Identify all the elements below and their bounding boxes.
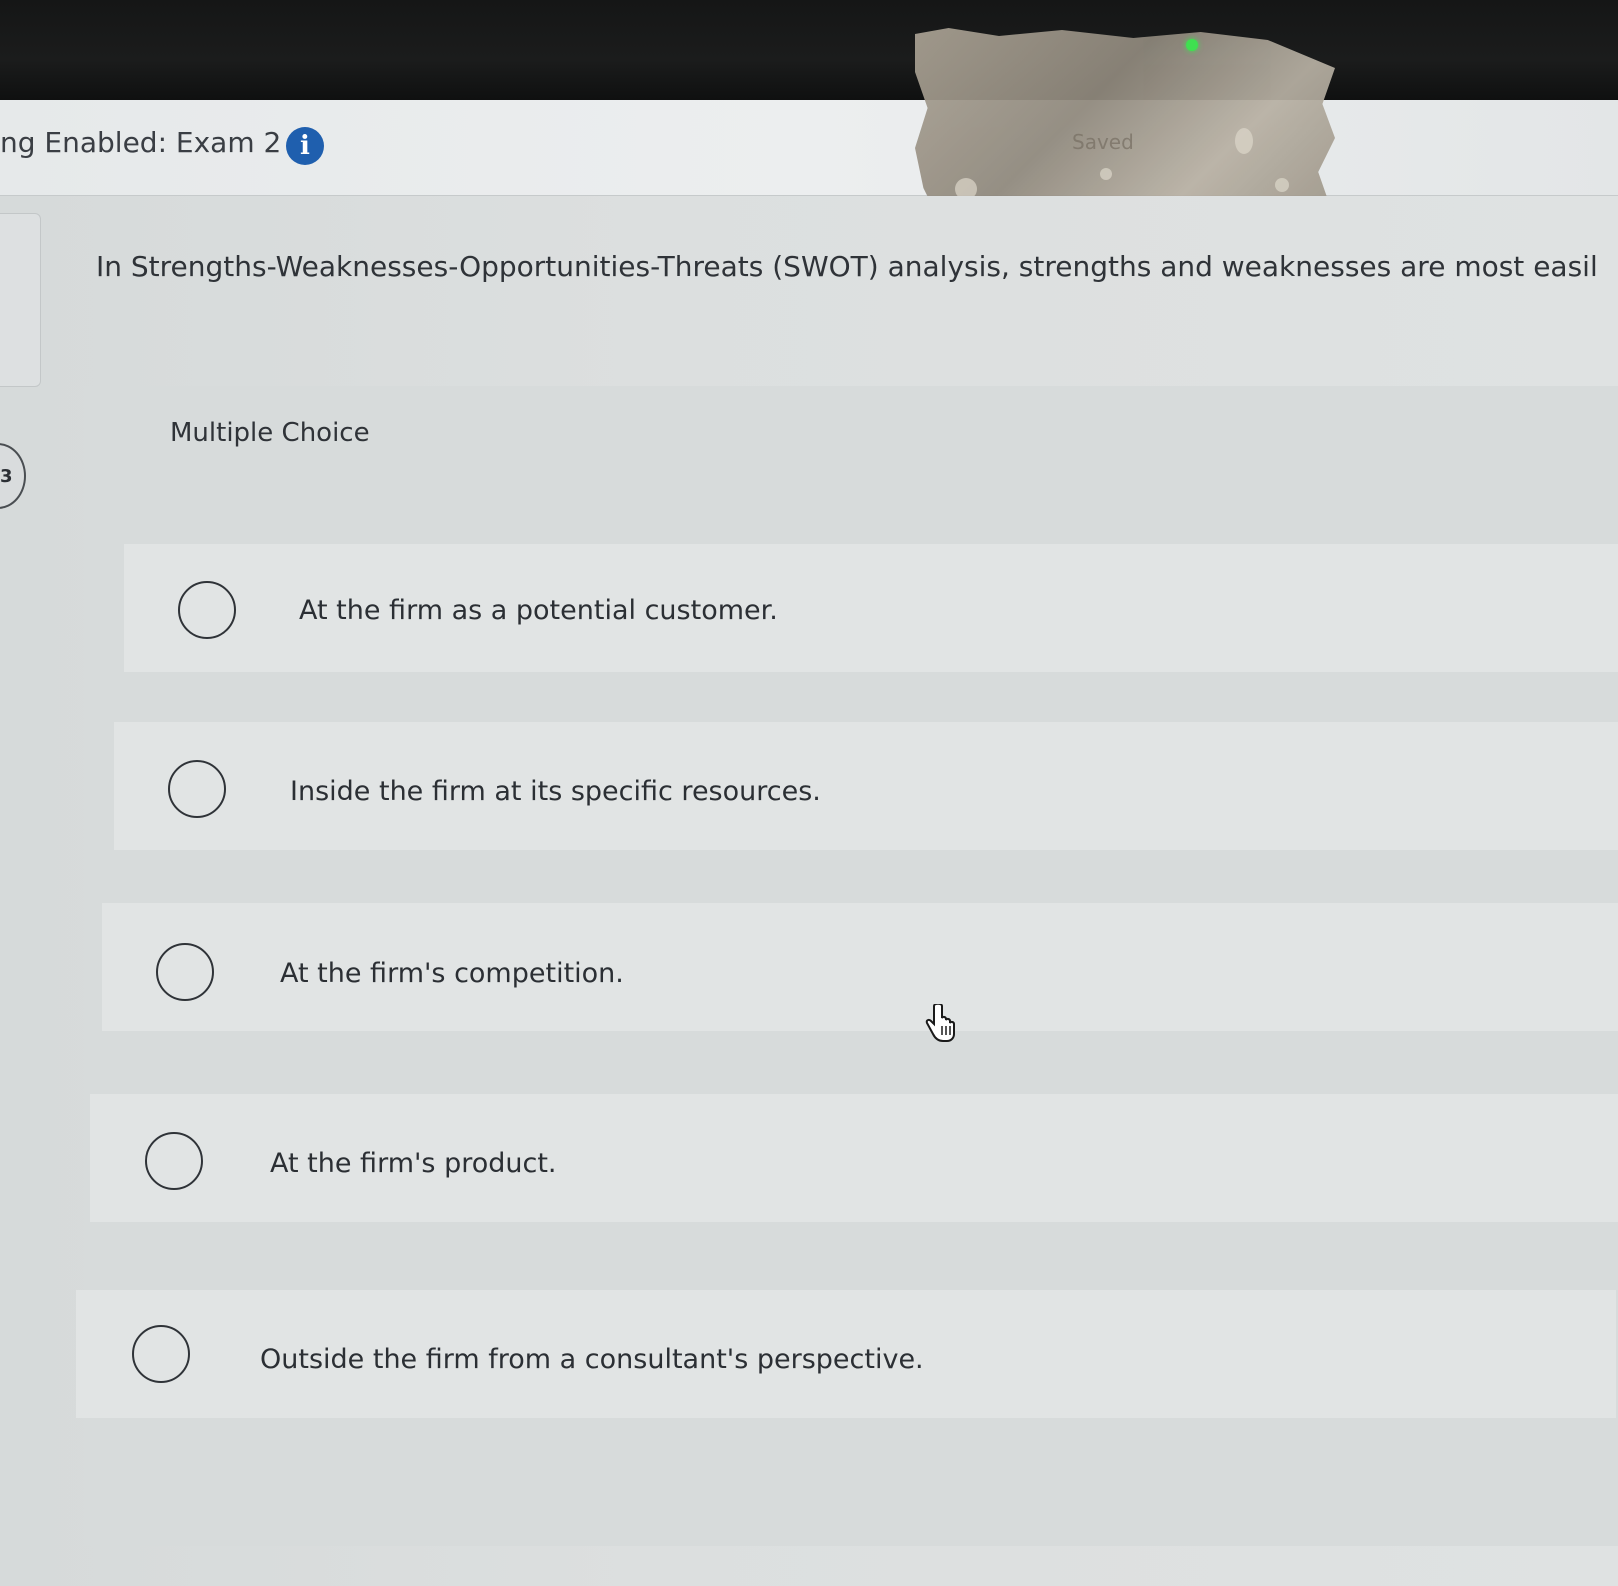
tape-spot xyxy=(1235,128,1253,154)
radio-button-5[interactable] xyxy=(132,1325,190,1383)
answer-option-label-2: Inside the firm at its specific resource… xyxy=(290,776,821,807)
answer-option-label-3: At the firm's competition. xyxy=(280,958,624,989)
saved-status: Saved xyxy=(1072,130,1134,154)
left-side-panel xyxy=(0,213,41,387)
tape-spot xyxy=(1100,168,1112,180)
hand-cursor-icon xyxy=(925,1004,955,1042)
camera-indicator-light xyxy=(1186,39,1198,51)
question-type-label: Multiple Choice xyxy=(170,418,370,448)
radio-button-3[interactable] xyxy=(156,943,214,1001)
exam-title: ng Enabled: Exam 2 xyxy=(0,126,282,159)
tape-spot xyxy=(1275,178,1289,192)
answer-option-label-5: Outside the firm from a consultant's per… xyxy=(260,1344,924,1375)
info-icon[interactable]: i xyxy=(286,127,324,165)
radio-button-4[interactable] xyxy=(145,1132,203,1190)
answer-option-label-4: At the firm's product. xyxy=(270,1148,557,1179)
screen-bezel xyxy=(0,0,1618,100)
radio-button-2[interactable] xyxy=(168,760,226,818)
question-text: In Strengths-Weaknesses-Opportunities-Th… xyxy=(96,250,1598,283)
answer-option-label-1: At the firm as a potential customer. xyxy=(299,595,778,626)
radio-button-1[interactable] xyxy=(178,581,236,639)
question-nav-number: 3 xyxy=(0,466,13,487)
